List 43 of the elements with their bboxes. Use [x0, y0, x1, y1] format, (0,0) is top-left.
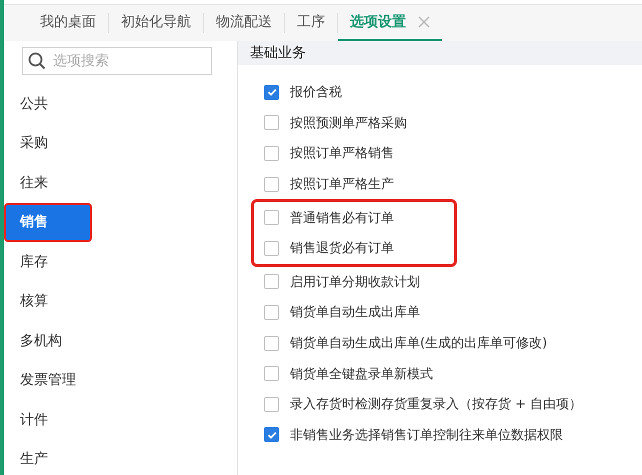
checkbox[interactable] — [264, 304, 279, 320]
option-label: 按照预测单严格采购 — [290, 114, 407, 132]
checkbox[interactable] — [264, 274, 279, 290]
close-icon[interactable] — [418, 16, 430, 28]
sidebar-item[interactable]: 发票管理 — [4, 360, 92, 400]
option-label: 销货单自动生成出库单 — [290, 304, 420, 322]
sidebar-item[interactable]: 采购 — [4, 124, 64, 163]
checkbox[interactable] — [264, 336, 279, 351]
sidebar-item[interactable]: 核算 — [4, 282, 64, 321]
tab[interactable]: 工序 — [285, 5, 337, 41]
sidebar-item[interactable]: 库存 — [4, 242, 64, 282]
option-label: 销货单自动生成出库单(生成的出库单可修改) — [290, 335, 548, 352]
checkbox[interactable] — [264, 115, 279, 130]
sidebar-item[interactable]: 销售 — [4, 202, 92, 242]
search-icon — [28, 52, 46, 70]
option-label: 按照订单严格销售 — [290, 145, 394, 162]
sidebar-item[interactable]: 往来 — [4, 163, 64, 202]
checkbox[interactable] — [264, 146, 279, 161]
search-field[interactable]: 选项搜索 — [22, 47, 212, 75]
option-label: 销售退货必有订单 — [290, 240, 394, 258]
option-label: 销货单全键盘录单新模式 — [290, 366, 433, 383]
tab[interactable]: 初始化导航 — [109, 5, 203, 41]
checkbox[interactable] — [264, 84, 279, 100]
sidebar-item[interactable]: 计件 — [4, 400, 64, 440]
section-header: 基础业务 — [238, 41, 642, 65]
checkmark-icon — [266, 86, 278, 98]
checkbox[interactable] — [264, 176, 279, 192]
option-label: 录入存货时检测存货重复录入（按存货 + 自由项） — [290, 396, 582, 414]
sidebar-item[interactable]: 多机构 — [4, 321, 78, 360]
checkbox[interactable] — [264, 427, 279, 442]
option-label: 普通销售必有订单 — [290, 210, 394, 227]
sidebar-item[interactable]: 公共 — [4, 84, 64, 124]
option-label: 启用订单分期收款计划 — [290, 274, 420, 291]
option-label: 按照订单严格生产 — [290, 176, 394, 194]
option-label: 报价含税 — [290, 84, 342, 102]
checkbox[interactable] — [264, 366, 279, 382]
checkbox[interactable] — [264, 396, 279, 412]
tab[interactable]: 我的桌面 — [28, 5, 108, 41]
tab[interactable]: 物流配送 — [204, 5, 284, 41]
option-label: 非销售业务选择销售订单控制往来单位数据权限 — [290, 426, 563, 444]
checkbox[interactable] — [264, 210, 279, 226]
checkbox[interactable] — [264, 240, 279, 256]
sidebar-item[interactable]: 生产 — [4, 440, 64, 475]
